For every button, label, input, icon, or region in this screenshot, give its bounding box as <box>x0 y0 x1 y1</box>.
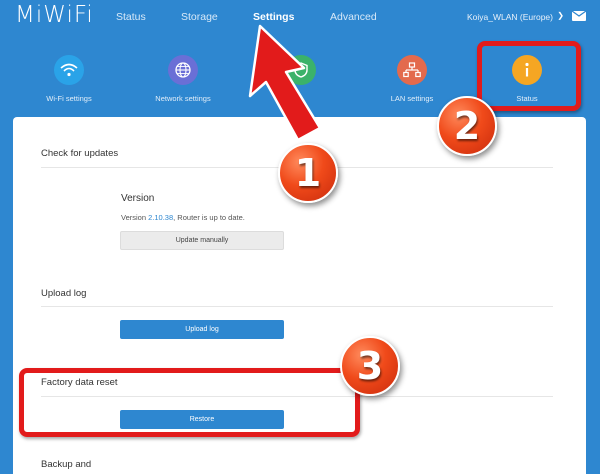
upload-log-button[interactable]: Upload log <box>120 320 284 339</box>
tile-network-settings[interactable]: Network settings <box>128 55 238 103</box>
globe-icon <box>168 55 198 85</box>
nav-storage[interactable]: Storage <box>181 11 218 23</box>
network-selector[interactable]: Koiya_WLAN (Europe) <box>467 12 553 22</box>
mail-icon[interactable] <box>572 11 586 21</box>
step-marker-2: 2 <box>437 96 497 156</box>
divider <box>41 306 553 307</box>
version-status: Version 2.10.38, Router is up to date. <box>121 213 245 222</box>
chevron-down-icon[interactable]: ❯ <box>557 11 564 20</box>
nav-status[interactable]: Status <box>116 11 146 23</box>
wifi-icon <box>54 55 84 85</box>
version-prefix: Version <box>121 213 149 222</box>
red-arrow-icon <box>248 24 322 142</box>
check-updates-title: Check for updates <box>41 148 119 159</box>
tile-lan-settings[interactable]: LAN settings <box>357 55 467 103</box>
version-number: 2.10.38 <box>148 213 174 222</box>
update-manually-button[interactable]: Update manually <box>120 231 284 250</box>
version-heading: Version <box>121 193 155 204</box>
tile-label: Wi-Fi settings <box>46 94 92 103</box>
backup-title: Backup and <box>41 459 92 470</box>
upload-log-title: Upload log <box>41 288 87 299</box>
step-marker-3: 3 <box>340 336 400 396</box>
nav-settings[interactable]: Settings <box>253 11 294 23</box>
lan-icon <box>397 55 427 85</box>
version-suffix: , Router is up to date. <box>173 213 245 222</box>
factory-reset-highlight-box <box>19 368 360 437</box>
miwifi-logo: MiWiFi <box>15 2 94 28</box>
step-marker-1: 1 <box>278 143 338 203</box>
tile-wifi-settings[interactable]: Wi-Fi settings <box>14 55 124 103</box>
nav-advanced[interactable]: Advanced <box>330 11 377 23</box>
status-highlight-box <box>477 41 581 111</box>
tile-label: Network settings <box>155 94 211 103</box>
